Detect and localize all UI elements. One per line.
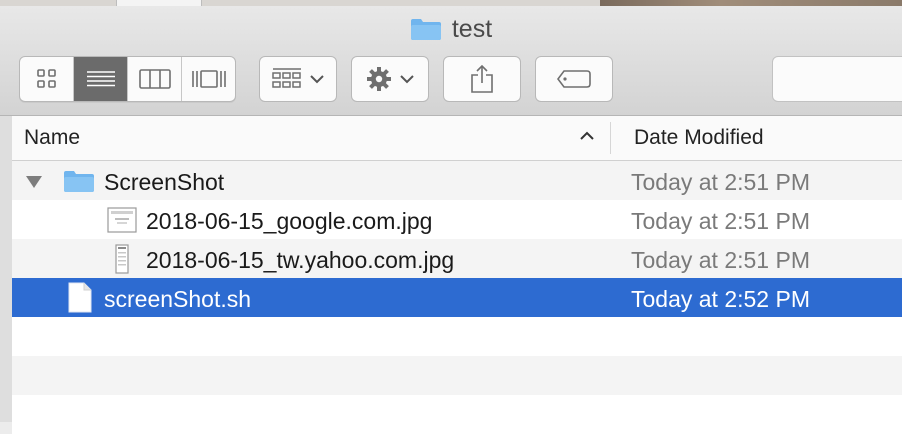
icon-view-button[interactable]	[20, 57, 74, 101]
empty-row	[12, 395, 902, 434]
group-grid-icon	[272, 68, 301, 88]
file-list: ScreenShot Today at 2:51 PM 2018-06-15_g…	[12, 161, 902, 434]
share-icon	[471, 64, 493, 93]
view-mode-segmented-control	[19, 56, 236, 102]
empty-row	[12, 317, 902, 356]
columns-icon	[138, 69, 171, 89]
image-thumbnail-icon	[115, 244, 129, 274]
column-view-button[interactable]	[128, 57, 182, 101]
folder-icon	[410, 19, 441, 40]
date-modified-column-header[interactable]: Date Modified	[634, 126, 764, 150]
search-field[interactable]	[772, 56, 902, 102]
group-by-button[interactable]	[259, 56, 337, 102]
list-view-button[interactable]	[74, 57, 128, 101]
document-icon	[68, 282, 92, 313]
tag-button[interactable]	[535, 56, 613, 102]
grid-icon	[36, 69, 56, 88]
gallery-view-button[interactable]	[182, 57, 235, 101]
disclosure-triangle-icon[interactable]	[25, 175, 43, 189]
tag-icon	[557, 70, 591, 88]
file-row-yahoo-jpg[interactable]: 2018-06-15_tw.yahoo.com.jpg Today at 2:5…	[12, 239, 902, 278]
share-button[interactable]	[443, 56, 521, 102]
list-column-header: Name Date Modified	[12, 116, 902, 161]
folder-icon	[64, 171, 94, 192]
window-title: test	[451, 14, 493, 43]
file-date: Today at 2:51 PM	[631, 247, 810, 273]
file-name: 2018-06-15_google.com.jpg	[146, 208, 433, 234]
finder-toolbar: test	[0, 6, 902, 116]
action-button[interactable]	[351, 56, 429, 102]
file-date: Today at 2:51 PM	[631, 208, 810, 234]
file-name: 2018-06-15_tw.yahoo.com.jpg	[146, 247, 455, 273]
file-row-screenshot-sh[interactable]: screenShot.sh Today at 2:52 PM	[12, 278, 902, 317]
name-column-header[interactable]: Name	[24, 126, 80, 150]
coverflow-icon	[191, 70, 226, 88]
gear-icon	[367, 67, 391, 91]
column-divider[interactable]	[610, 122, 611, 154]
file-name: screenShot.sh	[104, 286, 252, 312]
empty-row	[12, 356, 902, 395]
file-name: ScreenShot	[104, 169, 225, 195]
file-date: Today at 2:52 PM	[631, 286, 810, 312]
file-row-screenshot-folder[interactable]: ScreenShot Today at 2:51 PM	[12, 161, 902, 200]
chevron-down-icon	[310, 75, 324, 84]
file-date: Today at 2:51 PM	[631, 169, 810, 195]
sort-ascending-icon[interactable]	[579, 130, 595, 141]
chevron-down-icon	[400, 75, 414, 84]
list-icon	[86, 71, 115, 87]
image-thumbnail-icon	[107, 207, 137, 233]
file-row-google-jpg[interactable]: 2018-06-15_google.com.jpg Today at 2:51 …	[12, 200, 902, 239]
window-title-bar: test	[0, 14, 902, 44]
